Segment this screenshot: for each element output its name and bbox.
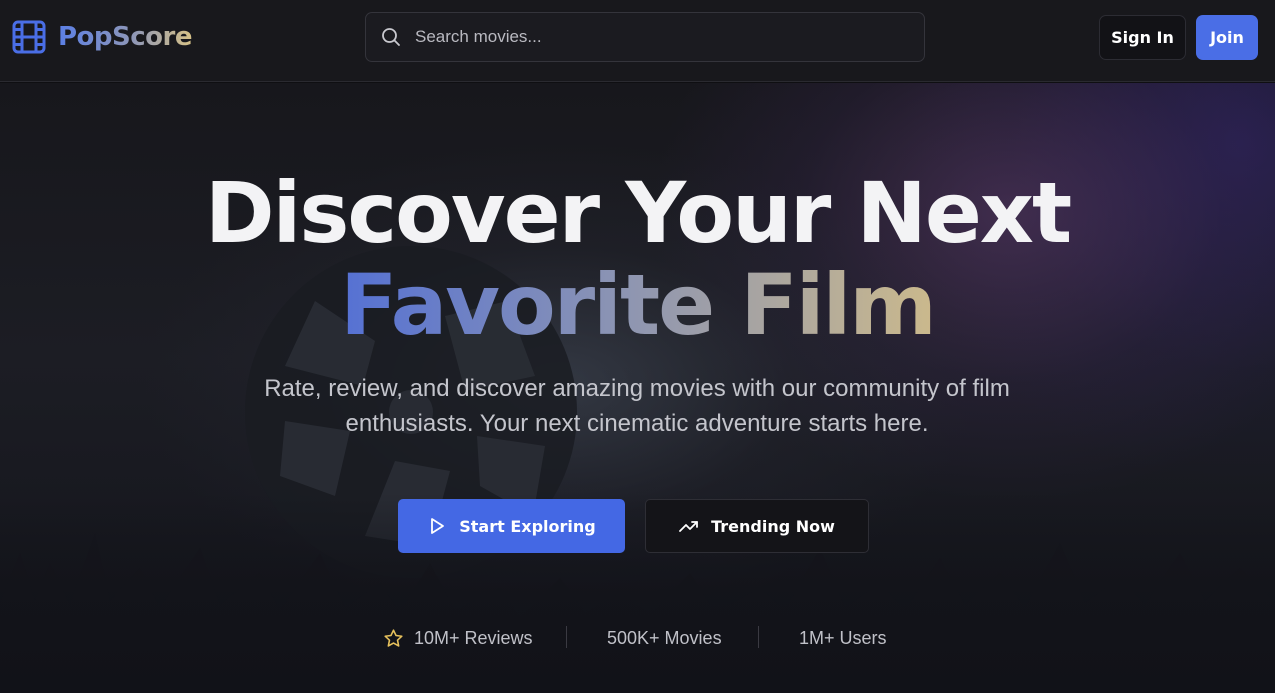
brand-name: PopScore xyxy=(58,22,193,52)
hero-headline: Discover Your Next xyxy=(204,164,1072,262)
search-input[interactable] xyxy=(415,13,924,61)
join-button[interactable]: Join xyxy=(1196,15,1258,60)
play-icon xyxy=(431,518,445,534)
start-exploring-button[interactable]: Start Exploring xyxy=(398,499,625,553)
stat-users: 1M+ Users xyxy=(799,623,887,653)
stat-divider xyxy=(566,626,567,648)
search-bar[interactable] xyxy=(365,12,925,62)
stat-divider xyxy=(758,626,759,648)
hero-headline-accent: Favorite Film xyxy=(0,259,1275,351)
trending-now-button[interactable]: Trending Now xyxy=(645,499,869,553)
film-icon xyxy=(12,20,46,54)
stat-movies-label: 500K+ Movies xyxy=(607,627,722,648)
top-navbar: PopScore Sign In Join xyxy=(0,0,1275,82)
stat-movies: 500K+ Movies xyxy=(607,623,722,653)
stat-users-label: 1M+ Users xyxy=(799,627,887,648)
stat-reviews-label: 10M+ Reviews xyxy=(414,627,533,648)
search-icon xyxy=(382,28,400,46)
stats-row: 10M+ Reviews 500K+ Movies 1M+ Users xyxy=(0,623,1275,653)
trending-now-label: Trending Now xyxy=(711,516,835,536)
hero-subtitle: Rate, review, and discover amazing movie… xyxy=(264,375,1010,437)
star-icon xyxy=(384,628,403,647)
grass-silhouette xyxy=(0,493,1275,693)
start-exploring-label: Start Exploring xyxy=(459,516,596,536)
hero-section: Discover Your Next Favorite Film Rate, r… xyxy=(0,83,1275,693)
hero-headline-accent-text: Favorite Film xyxy=(340,256,937,354)
trending-up-icon xyxy=(679,521,698,532)
sign-in-button[interactable]: Sign In xyxy=(1099,15,1186,60)
brand-logo[interactable]: PopScore xyxy=(12,20,193,54)
stat-reviews: 10M+ Reviews xyxy=(383,623,533,653)
